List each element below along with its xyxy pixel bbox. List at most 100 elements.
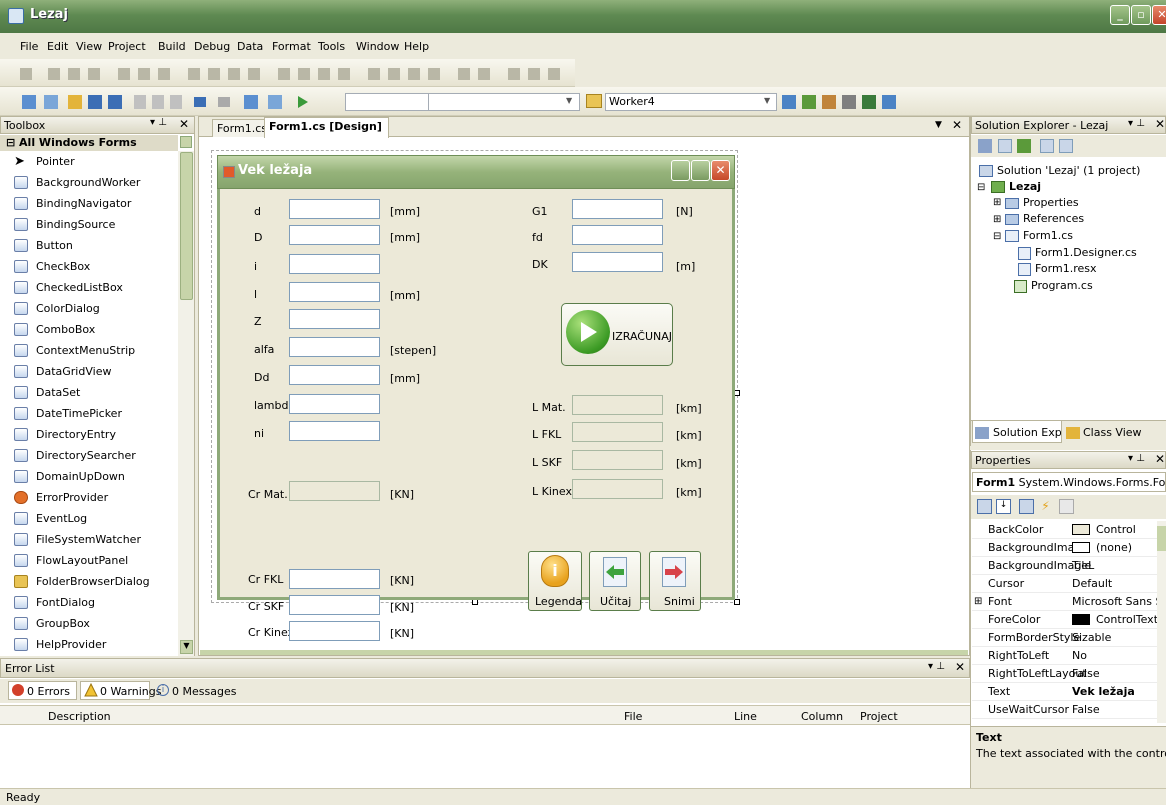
- menu-file[interactable]: File: [20, 40, 38, 53]
- toolbox-item-backgroundworker[interactable]: BackgroundWorker: [0, 172, 178, 193]
- prop-row-formborderstyle[interactable]: FormBorderStyle Sizable: [972, 629, 1166, 647]
- toolbox-item-datetimepicker[interactable]: DateTimePicker: [0, 403, 178, 424]
- alphabetical-icon[interactable]: ↓: [996, 499, 1011, 514]
- menu-help[interactable]: Help: [404, 40, 429, 53]
- prop-row-cursor[interactable]: Cursor Default: [972, 575, 1166, 593]
- output-cr-fkl[interactable]: [289, 569, 380, 589]
- menu-debug[interactable]: Debug: [194, 40, 230, 53]
- close-icon[interactable]: ✕: [1155, 452, 1165, 466]
- prop-row-backgroundimage[interactable]: BackgroundImage (none): [972, 539, 1166, 557]
- column-project[interactable]: Project: [860, 710, 898, 723]
- input-DK[interactable]: [572, 252, 663, 272]
- property-pages-icon[interactable]: [1059, 499, 1074, 514]
- toolbox-item-errorprovider[interactable]: ErrorProvider: [0, 487, 178, 508]
- properties-object-selector[interactable]: Form1 System.Windows.Forms.Form: [972, 472, 1166, 492]
- input-Dd[interactable]: [289, 365, 380, 385]
- prop-row-usewaitcursor[interactable]: UseWaitCursor False: [972, 701, 1166, 719]
- prop-row-text[interactable]: Text Vek ležaja: [972, 683, 1166, 701]
- tree-solution[interactable]: Solution 'Lezaj' (1 project): [979, 164, 1140, 177]
- output-l-fkl[interactable]: [572, 422, 663, 442]
- menu-edit[interactable]: Edit: [47, 40, 68, 53]
- prop-row-righttoleftlayout[interactable]: RightToLeftLayout False: [972, 665, 1166, 683]
- output-l-kinex[interactable]: [572, 479, 663, 499]
- close-icon[interactable]: ✕: [1155, 117, 1165, 131]
- menu-tools[interactable]: Tools: [318, 40, 345, 53]
- input-Z[interactable]: [289, 309, 380, 329]
- output-l-skf[interactable]: [572, 450, 663, 470]
- tree-form1-resx[interactable]: Form1.resx: [1018, 262, 1097, 276]
- toolbox-item-groupbox[interactable]: GroupBox: [0, 613, 178, 634]
- find-config-dropdown[interactable]: Worker4: [605, 93, 777, 111]
- toolbox-item-combobox[interactable]: ComboBox: [0, 319, 178, 340]
- input-d[interactable]: [289, 199, 380, 219]
- menu-data[interactable]: Data: [237, 40, 263, 53]
- view-code-icon[interactable]: [1040, 139, 1054, 153]
- toolbox-group-header[interactable]: ⊟ All Windows Forms: [0, 135, 178, 151]
- toolbox-item-checkedlistbox[interactable]: CheckedListBox: [0, 277, 178, 298]
- toolbox-item-contextmenustrip[interactable]: ContextMenuStrip: [0, 340, 178, 361]
- tree-properties[interactable]: Properties: [1005, 196, 1079, 209]
- tree-references[interactable]: References: [1005, 212, 1084, 225]
- input-lambda[interactable]: [289, 394, 380, 414]
- output-cr-kinex[interactable]: [289, 621, 380, 641]
- pin-icon[interactable]: ▾ ⊥: [1128, 453, 1145, 464]
- collapse-icon[interactable]: ⊟: [977, 182, 985, 193]
- toolbox-item-directorysearcher[interactable]: DirectorySearcher: [0, 445, 178, 466]
- collapse-icon[interactable]: ⊟: [993, 231, 1001, 242]
- expand-icon[interactable]: ⊞: [974, 593, 982, 610]
- tree-program-cs[interactable]: Program.cs: [1014, 279, 1093, 293]
- toolbox-item-directoryentry[interactable]: DirectoryEntry: [0, 424, 178, 445]
- menu-window[interactable]: Window: [356, 40, 399, 53]
- output-l-mat[interactable]: [572, 395, 663, 415]
- toolbox-item-helpprovider[interactable]: HelpProvider: [0, 634, 178, 655]
- messages-count[interactable]: 0 Messages: [172, 685, 236, 698]
- input-fd[interactable]: [572, 225, 663, 245]
- toolbox-item-button[interactable]: Button: [0, 235, 178, 256]
- column-description[interactable]: Description: [48, 710, 111, 723]
- column-column[interactable]: Column: [801, 710, 843, 723]
- tab-form1-design[interactable]: Form1.cs [Design]: [264, 117, 389, 138]
- form-maximize-button[interactable]: [691, 160, 710, 181]
- prop-row-backgroundimagelayout[interactable]: BackgroundImageL Tile: [972, 557, 1166, 575]
- close-button[interactable]: ✕: [1152, 5, 1166, 25]
- pin-icon[interactable]: ▾ ⊥: [1128, 118, 1145, 129]
- show-all-files-icon[interactable]: [998, 139, 1012, 153]
- toolbox-item-flowlayoutpanel[interactable]: FlowLayoutPanel: [0, 550, 178, 571]
- expand-icon[interactable]: ⊞: [993, 214, 1001, 225]
- close-icon[interactable]: ✕: [952, 118, 962, 132]
- properties-view-icon[interactable]: [1019, 499, 1034, 514]
- column-file[interactable]: File: [624, 710, 642, 723]
- chevron-down-icon[interactable]: ▼: [935, 120, 942, 130]
- minimize-button[interactable]: _: [1110, 5, 1130, 25]
- toolbox-item-checkbox[interactable]: CheckBox: [0, 256, 178, 277]
- designer-hscroll[interactable]: [200, 650, 968, 655]
- prop-row-backcolor[interactable]: BackColor Control: [972, 521, 1166, 539]
- input-ni[interactable]: [289, 421, 380, 441]
- maximize-button[interactable]: ▫: [1131, 5, 1151, 25]
- toolbox-item-bindingsource[interactable]: BindingSource: [0, 214, 178, 235]
- tree-form1-cs[interactable]: Form1.cs: [1005, 229, 1073, 242]
- tree-form1-designer[interactable]: Form1.Designer.cs: [1018, 246, 1137, 260]
- menu-build[interactable]: Build: [158, 40, 186, 53]
- refresh-icon[interactable]: [1017, 139, 1031, 153]
- output-cr-skf[interactable]: [289, 595, 380, 615]
- expand-icon[interactable]: ⊞: [993, 197, 1001, 208]
- menu-project[interactable]: Project: [108, 40, 146, 53]
- form-close-button[interactable]: ✕: [711, 160, 730, 181]
- prop-row-font[interactable]: ⊞FontMicrosoft Sans Serif: [972, 593, 1166, 611]
- platform-dropdown[interactable]: [428, 93, 580, 111]
- close-icon[interactable]: ✕: [179, 117, 189, 131]
- toolbox-item-pointer[interactable]: ➤ Pointer: [0, 151, 178, 172]
- form-minimize-button[interactable]: [671, 160, 690, 181]
- close-icon[interactable]: ✕: [955, 660, 965, 674]
- view-designer-icon[interactable]: [1059, 139, 1073, 153]
- input-l[interactable]: [289, 282, 380, 302]
- scroll-down-icon[interactable]: ▼: [180, 640, 193, 654]
- toolbox-scroll-thumb[interactable]: [180, 152, 193, 300]
- input-D[interactable]: [289, 225, 380, 245]
- pin-icon[interactable]: ▾ ⊥: [928, 661, 945, 672]
- toolbox-item-eventlog[interactable]: EventLog: [0, 508, 178, 529]
- pin-icon[interactable]: ▾ ⊥: [150, 117, 167, 128]
- output-cr-mat[interactable]: [289, 481, 380, 501]
- events-icon[interactable]: ⚡: [1038, 499, 1053, 514]
